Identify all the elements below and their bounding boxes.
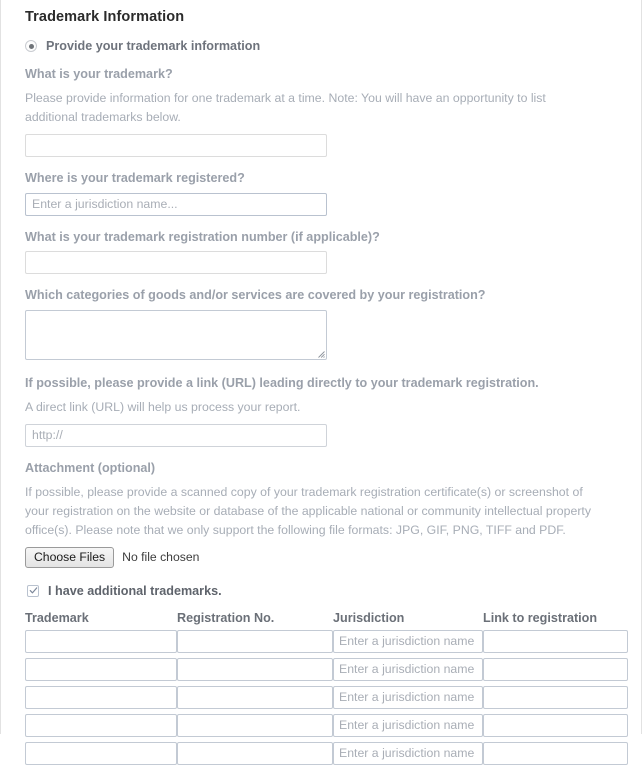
row-link-input-3[interactable]: [483, 685, 628, 709]
registration-number-input[interactable]: [25, 251, 327, 275]
checkbox-checked-icon[interactable]: [27, 584, 39, 597]
label-registration-number: What is your trademark registration numb…: [25, 229, 380, 244]
table-cell: [333, 657, 483, 686]
help-trademark-name: Please provide information for one trade…: [25, 90, 546, 124]
table-cell: [177, 713, 333, 742]
radio-label: Provide your trademark information: [46, 39, 261, 53]
categories-textarea-wrap: [25, 310, 327, 361]
row-trademark-input-2[interactable]: [25, 657, 177, 681]
table-row: [25, 741, 628, 770]
column-header-jurisdiction: Jurisdiction: [333, 610, 405, 625]
row-jurisdiction-input-2[interactable]: [333, 657, 483, 681]
label-registration-url: If possible, please provide a link (URL)…: [25, 376, 539, 391]
row-jurisdiction-input-1[interactable]: [333, 629, 483, 653]
file-upload-row: Choose Files No file chosen: [25, 546, 625, 568]
jurisdiction-input[interactable]: [25, 192, 327, 216]
row-registration-no-input-5[interactable]: [177, 741, 333, 765]
radio-selected-icon[interactable]: [25, 40, 37, 52]
row-trademark-input-5[interactable]: [25, 741, 177, 765]
trademark-name-input[interactable]: [25, 133, 327, 157]
registration-url-input[interactable]: [25, 423, 327, 447]
row-registration-no-input-1[interactable]: [177, 629, 333, 653]
checkbox-additional-trademarks[interactable]: I have additional trademarks.: [27, 584, 625, 598]
row-link-input-5[interactable]: [483, 741, 628, 765]
table-cell: [333, 629, 483, 658]
row-trademark-input-1[interactable]: [25, 629, 177, 653]
additional-trademarks-table: Trademark Registration No. Jurisdiction …: [25, 611, 628, 770]
table-cell: [25, 657, 177, 686]
row-trademark-input-3[interactable]: [25, 685, 177, 709]
help-attachment: If possible, please provide a scanned co…: [25, 484, 591, 537]
table-cell: [483, 629, 628, 658]
table-cell: [177, 685, 333, 714]
checkbox-label: I have additional trademarks.: [48, 583, 222, 598]
table-header-row: Trademark Registration No. Jurisdiction …: [25, 611, 628, 630]
radio-provide-trademark-information[interactable]: Provide your trademark information: [25, 39, 625, 53]
page-title: Trademark Information: [25, 9, 185, 25]
table-body: [25, 629, 628, 770]
table-row: [25, 685, 628, 714]
table-cell: [483, 741, 628, 770]
choose-files-button[interactable]: Choose Files: [25, 546, 115, 568]
column-header-trademark: Trademark: [25, 610, 89, 625]
label-categories: Which categories of goods and/or service…: [25, 288, 486, 303]
row-link-input-4[interactable]: [483, 713, 628, 737]
table-cell: [25, 741, 177, 770]
table-cell: [177, 657, 333, 686]
table-cell: [25, 685, 177, 714]
table-row: [25, 629, 628, 658]
row-link-input-2[interactable]: [483, 657, 628, 681]
table-cell: [483, 685, 628, 714]
row-jurisdiction-input-5[interactable]: [333, 741, 483, 765]
row-registration-no-input-4[interactable]: [177, 713, 333, 737]
row-trademark-input-4[interactable]: [25, 713, 177, 737]
row-jurisdiction-input-4[interactable]: [333, 713, 483, 737]
label-attachment: Attachment (optional): [25, 460, 156, 475]
table-row: [25, 713, 628, 742]
trademark-information-panel: Trademark Information Provide your trade…: [0, 0, 642, 765]
table-cell: [483, 713, 628, 742]
categories-textarea[interactable]: [25, 310, 327, 361]
table-cell: [333, 741, 483, 770]
file-chosen-status: No file chosen: [122, 550, 200, 565]
table-row: [25, 657, 628, 686]
label-trademark-name: What is your trademark?: [25, 67, 173, 81]
row-link-input-1[interactable]: [483, 629, 628, 653]
help-registration-url: A direct link (URL) will help us process…: [25, 399, 301, 414]
column-header-link: Link to registration: [483, 610, 598, 625]
table-cell: [177, 741, 333, 770]
table-cell: [483, 657, 628, 686]
table-cell: [25, 629, 177, 658]
table-cell: [333, 713, 483, 742]
table-cell: [177, 629, 333, 658]
label-jurisdiction: Where is your trademark registered?: [25, 170, 245, 185]
table-cell: [333, 685, 483, 714]
row-registration-no-input-2[interactable]: [177, 657, 333, 681]
column-header-registration-no: Registration No.: [177, 610, 275, 625]
row-jurisdiction-input-3[interactable]: [333, 685, 483, 709]
row-registration-no-input-3[interactable]: [177, 685, 333, 709]
table-cell: [25, 713, 177, 742]
